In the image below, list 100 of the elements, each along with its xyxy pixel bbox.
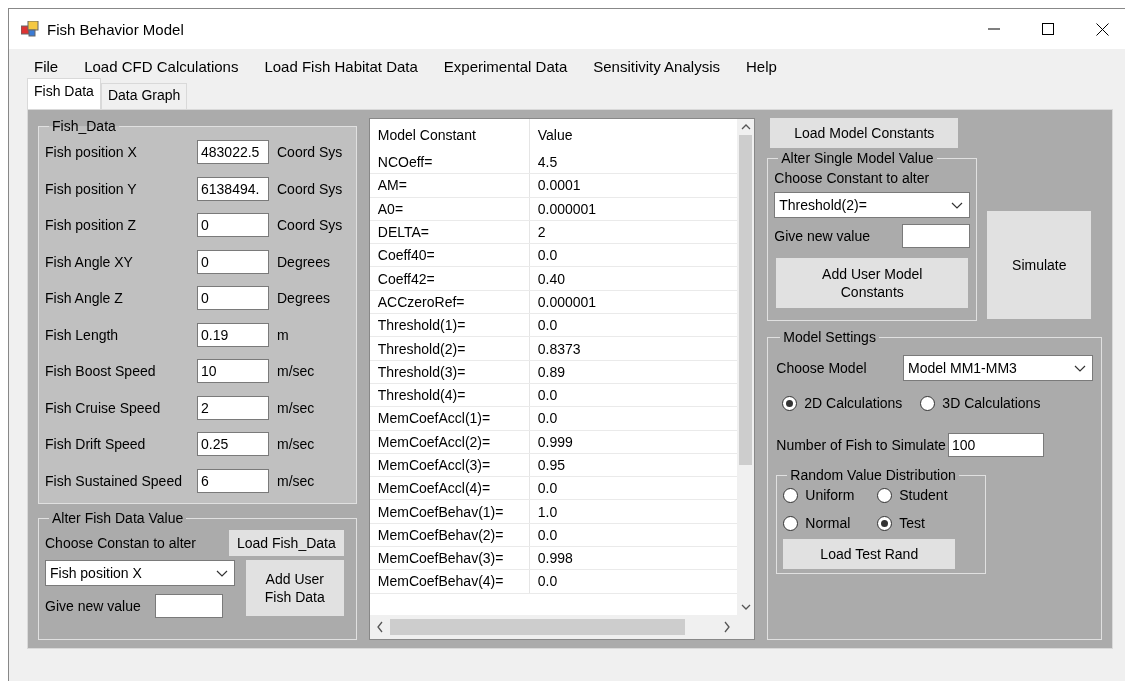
radio-label[interactable]: Test — [899, 515, 925, 531]
input-field[interactable] — [902, 224, 971, 248]
table-cell: MemCoefBehav(3)= — [369, 547, 530, 570]
field-label: Fish Drift Speed — [45, 436, 147, 453]
group-title: Fish_Data — [51, 118, 117, 134]
tab[interactable]: Fish Data — [27, 78, 101, 109]
radio-label[interactable]: Normal — [805, 515, 851, 531]
caret-icon — [216, 569, 228, 577]
table-cell: NCOeff= — [369, 151, 530, 174]
fish-field-dropdown[interactable]: Fish position X — [45, 560, 235, 586]
maximize-icon[interactable] — [1042, 23, 1054, 35]
input-field[interactable]: 0.25 — [197, 432, 269, 457]
table-cell-text: 0.8373 — [536, 339, 581, 359]
field-label: Fish Sustained Speed — [45, 472, 183, 489]
table-cell: MemCoefAccl(1)= — [369, 407, 530, 430]
group-title: Random Value Distribution — [789, 467, 957, 483]
input-field[interactable]: 0 — [197, 213, 269, 238]
unit-label: m — [277, 326, 289, 343]
table-cell: MemCoefBehav(1)= — [369, 500, 530, 523]
radio-button[interactable] — [877, 515, 893, 531]
table-cell-text: 2 — [536, 223, 546, 243]
input-field[interactable]: 2 — [197, 395, 269, 420]
input-field[interactable] — [154, 594, 223, 618]
field-label: Fish Angle XY — [45, 253, 134, 270]
load-test-button[interactable]: Load Test Rand — [783, 539, 956, 569]
radio-button[interactable] — [783, 515, 799, 531]
tab[interactable]: Data Graph — [100, 83, 188, 109]
table-cell-text: 4.5 — [536, 153, 558, 173]
field-label: Fish position Z — [45, 217, 138, 234]
unit-label: m/sec — [277, 436, 315, 453]
scroll-right-icon[interactable] — [723, 621, 732, 633]
table-cell: MemCoefAccl(2)= — [369, 430, 530, 453]
radio-label[interactable]: Student — [899, 487, 948, 503]
window-title: Fish Behavior Model — [47, 20, 185, 38]
radio-button[interactable] — [783, 487, 799, 503]
table-cell-text: 0.95 — [536, 456, 565, 475]
constant-dropdown[interactable]: Threshold(2)= — [774, 192, 971, 218]
table-cell-text: 0.0 — [536, 316, 558, 336]
column-header[interactable]: Model Constant — [369, 119, 530, 151]
field-label: Fish position X — [45, 144, 138, 161]
radio-label[interactable]: 3D Calculations — [942, 395, 1041, 411]
table-cell-text: 0.0 — [536, 572, 558, 592]
table-cell: A0= — [369, 197, 530, 220]
table-cell-text: 0.0 — [536, 479, 558, 499]
table-cell-text: 0.89 — [536, 362, 565, 382]
input-field[interactable]: 0 — [197, 249, 269, 274]
field-label: Choose Constant to alter — [774, 170, 931, 186]
table-cell: AM= — [369, 174, 530, 197]
menu-item[interactable]: Experimental Data — [430, 57, 581, 75]
input-field[interactable]: 6138494. — [197, 176, 269, 201]
table-cell-text: 1.0 — [536, 502, 558, 522]
radio-button[interactable] — [782, 395, 798, 411]
table-cell: ACCzeroRef= — [369, 290, 530, 314]
model-dropdown[interactable]: Model MM1-MM3 — [903, 355, 1093, 381]
menu-item[interactable]: Help — [732, 57, 790, 75]
group-title: Alter Fish Data Value — [51, 510, 185, 526]
table-cell-text: 0.40 — [536, 269, 565, 289]
radio-label[interactable]: 2D Calculations — [804, 395, 903, 411]
menu-item[interactable]: Sensitivity Analysis — [580, 57, 733, 75]
add-button[interactable]: Add User Fish Data — [245, 560, 344, 616]
group-title: Alter Single Model Value — [780, 150, 935, 166]
column-header[interactable]: Value — [529, 127, 573, 143]
input-field[interactable]: 6 — [197, 468, 269, 493]
load-constants-button[interactable]: Load Model Constants — [770, 118, 959, 148]
table-cell-text: 0.998 — [536, 549, 573, 569]
table-cell: Threshold(3)= — [369, 360, 530, 383]
table-cell: Threshold(2)= — [369, 337, 530, 360]
simulate-button[interactable]: Simulate — [987, 211, 1092, 319]
table-cell: Threshold(1)= — [369, 314, 530, 337]
scroll-left-icon[interactable] — [375, 621, 384, 633]
unit-label: m/sec — [277, 399, 315, 416]
caret-icon — [951, 201, 964, 209]
field-label: Choose Model — [776, 360, 867, 376]
table-cell-text: 0.000001 — [536, 292, 597, 312]
radio-button[interactable] — [920, 395, 936, 411]
field-label: Give new value — [774, 228, 870, 244]
table-cell: MemCoefBehav(4)= — [369, 570, 530, 593]
input-field[interactable]: 0 — [197, 286, 269, 311]
unit-label: m/sec — [277, 363, 315, 380]
table-cell: Threshold(4)= — [369, 383, 530, 407]
menu-item[interactable]: Load Fish Habitat Data — [251, 57, 431, 75]
menu-item[interactable]: File — [21, 57, 72, 75]
input-field[interactable]: 483022.5 — [197, 140, 269, 165]
caret-icon — [1074, 364, 1086, 372]
add-button[interactable]: Add User Model Constants — [776, 258, 969, 308]
field-label: Fish Length — [45, 326, 120, 343]
vertical-scrollbar[interactable] — [737, 119, 755, 615]
menu-item[interactable]: Load CFD Calculations — [71, 57, 252, 75]
input-field[interactable]: 0.19 — [197, 322, 269, 347]
unit-label: Degrees — [277, 253, 330, 270]
radio-button[interactable] — [877, 487, 893, 503]
horizontal-scrollbar[interactable] — [369, 615, 738, 639]
table-cell-text: 0.0 — [536, 386, 558, 406]
input-field[interactable]: 10 — [197, 359, 269, 384]
input-field[interactable]: 100 — [947, 433, 1044, 457]
field-label: Give new value — [45, 598, 141, 614]
radio-label[interactable]: Uniform — [805, 487, 855, 503]
field-label: Fish Angle Z — [45, 290, 124, 307]
load-button[interactable]: Load Fish_Data — [228, 530, 344, 556]
close-icon[interactable] — [1095, 22, 1109, 36]
